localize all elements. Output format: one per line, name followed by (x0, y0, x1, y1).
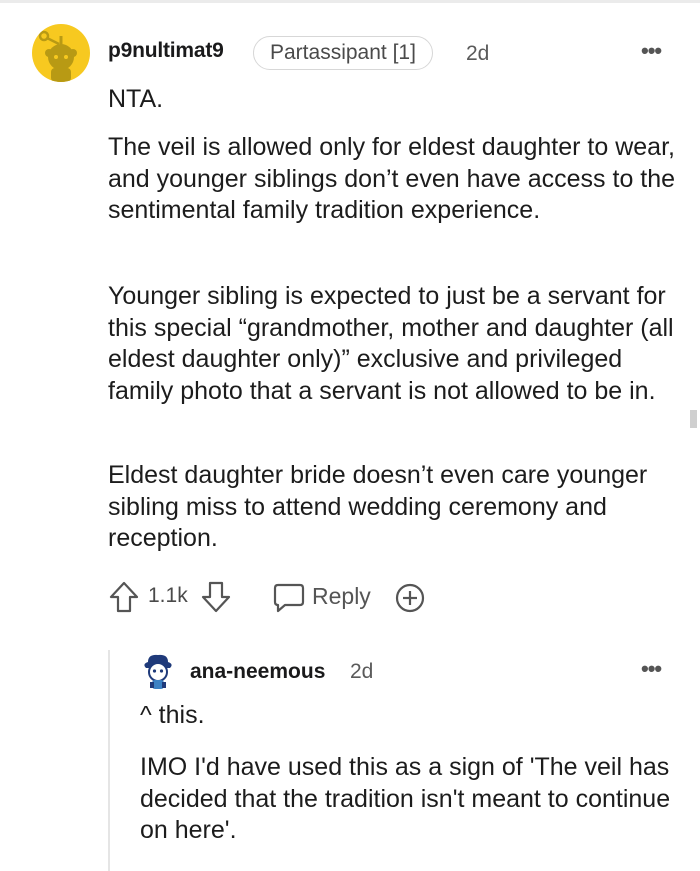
comment-body: NTA. (108, 84, 683, 116)
reply-body: ^ this. (140, 700, 680, 732)
reply-button[interactable]: Reply (312, 583, 371, 610)
user-flair: Partassipant [1] (253, 36, 433, 70)
top-divider (0, 0, 700, 3)
reply-username[interactable]: ana-neemous (190, 660, 325, 684)
downvote-arrow-icon[interactable] (200, 580, 232, 619)
vote-count: 1.1k (148, 584, 188, 607)
more-options-icon[interactable]: ••• (641, 38, 662, 64)
reply-paragraph: ^ this. (140, 701, 205, 729)
user-avatar-icon[interactable] (32, 24, 90, 82)
reply-user-avatar-icon[interactable] (140, 652, 176, 692)
reply-more-options-icon[interactable]: ••• (641, 656, 662, 682)
reply-body: IMO I'd have used this as a sign of 'The… (140, 752, 680, 847)
reply-speech-bubble-icon[interactable] (272, 582, 306, 619)
comment-paragraph: Eldest daughter bride doesn’t even care … (108, 461, 648, 553)
comment-username[interactable]: p9nultimat9 (108, 39, 224, 63)
comment-body: Eldest daughter bride doesn’t even care … (108, 460, 683, 555)
comment-timestamp: 2d (466, 42, 490, 65)
comment-paragraph: Younger sibling is expected to just be a… (108, 282, 674, 405)
scrollbar-thumb[interactable] (690, 410, 697, 428)
award-plus-icon[interactable] (394, 582, 426, 619)
thread-line[interactable] (108, 650, 110, 871)
comment-actions: 1.1k Reply (108, 580, 468, 616)
reply-timestamp: 2d (350, 660, 374, 683)
comment-body: The veil is allowed only for eldest daug… (108, 132, 683, 227)
reply-paragraph: IMO I'd have used this as a sign of 'The… (140, 753, 671, 845)
comment-paragraph: The veil is allowed only for eldest daug… (108, 133, 676, 225)
comment-body: Younger sibling is expected to just be a… (108, 281, 683, 407)
upvote-arrow-icon[interactable] (108, 580, 140, 619)
comment-paragraph: NTA. (108, 85, 164, 113)
